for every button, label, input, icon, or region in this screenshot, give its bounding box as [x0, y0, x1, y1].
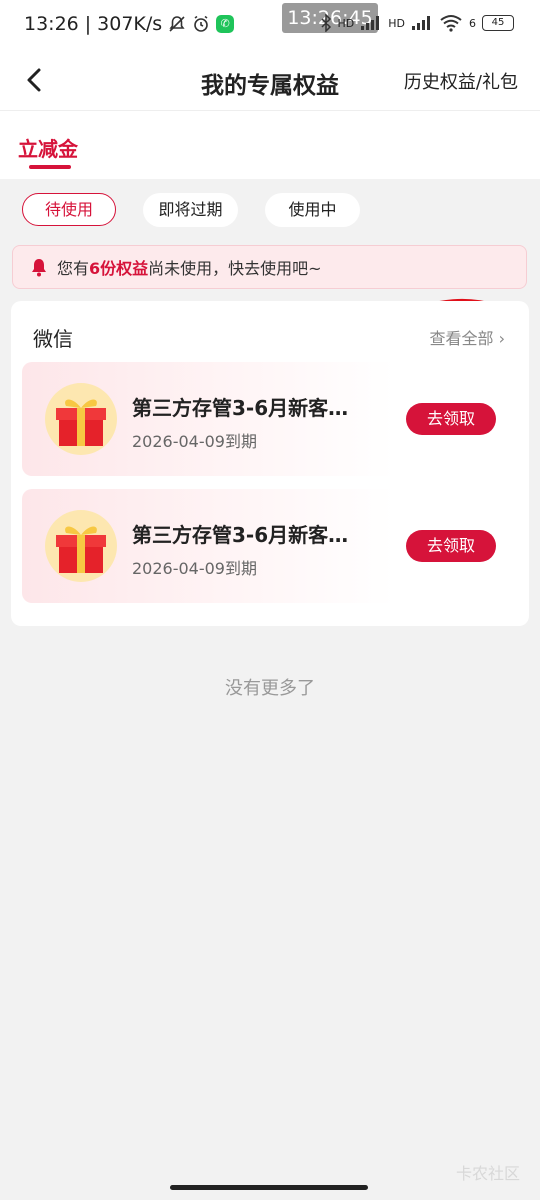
- signal-icon-2: [412, 16, 430, 30]
- unused-benefits-notice: 您有 6份权益 尚未使用，快去使用吧~: [12, 245, 527, 289]
- status-time: 13:26: [24, 13, 79, 35]
- top-bar: 我的专属权益 历史权益/礼包: [0, 50, 540, 111]
- view-all-label: 查看全部: [429, 329, 494, 348]
- status-left: 13:26 | 307K/s ✆: [24, 13, 235, 35]
- coupon-name: 第三方存管3-6月新客…: [132, 523, 349, 547]
- tab-instant-discount[interactable]: 立减金: [18, 133, 78, 162]
- coupon-item: 第三方存管3-6月新客… 2026-04-09到期 去领取: [22, 489, 519, 603]
- chevron-right-icon: ›: [498, 329, 505, 348]
- filter-in-use[interactable]: 使用中: [265, 193, 360, 227]
- coupon-expiry: 2026-04-09到期: [132, 559, 257, 578]
- bell-icon: [32, 259, 46, 277]
- bell-off-icon: [169, 16, 185, 32]
- call-icon: ✆: [216, 15, 235, 33]
- claim-button[interactable]: 去领取: [406, 403, 496, 435]
- watermark: 卡农社区: [455, 1164, 520, 1183]
- signal-label-1: HD: [337, 16, 355, 30]
- wifi-badge: 6: [469, 16, 476, 30]
- gift-box-icon: [45, 510, 117, 582]
- status-filters: 待使用 即将过期 使用中: [0, 193, 540, 231]
- history-benefits-link[interactable]: 历史权益/礼包: [404, 68, 518, 94]
- notice-prefix: 您有: [57, 259, 90, 278]
- view-all-link[interactable]: 查看全部 ›: [429, 325, 505, 349]
- category-tabs: 立减金: [0, 111, 540, 179]
- notice-count: 6份权益: [89, 259, 149, 278]
- coupon-name: 第三方存管3-6月新客…: [132, 396, 349, 420]
- coupon-expiry: 2026-04-09到期: [132, 432, 257, 451]
- signal-label-2: HD: [388, 16, 405, 30]
- card-title: 微信: [33, 327, 73, 351]
- network-speed: 307K/s: [97, 13, 163, 35]
- no-more-label: 没有更多了: [225, 678, 315, 699]
- tab-underline: [29, 165, 71, 169]
- status-right: HD HD 6 45: [320, 14, 514, 32]
- filter-expiring[interactable]: 即将过期: [143, 193, 238, 227]
- status-bar: 13:26 | 307K/s ✆ 13:26:45 HD HD 6 45: [0, 0, 540, 50]
- coupon-item: 第三方存管3-6月新客… 2026-04-09到期 去领取: [22, 362, 519, 476]
- home-indicator[interactable]: [170, 1185, 368, 1190]
- wifi-icon: [440, 15, 462, 32]
- wechat-benefits-card: 微信 查看全部 › 第三方存管3-6月新客… 2026-04-09到期 去领取 …: [11, 301, 529, 626]
- claim-button[interactable]: 去领取: [406, 530, 496, 562]
- filter-unused[interactable]: 待使用: [22, 193, 116, 226]
- gift-box-icon: [45, 383, 117, 455]
- signal-icon: [361, 16, 380, 30]
- alarm-icon: [194, 15, 209, 32]
- notice-suffix: 尚未使用，快去使用吧~: [148, 259, 322, 278]
- battery-icon: 45: [482, 15, 514, 31]
- bluetooth-icon: [320, 14, 331, 32]
